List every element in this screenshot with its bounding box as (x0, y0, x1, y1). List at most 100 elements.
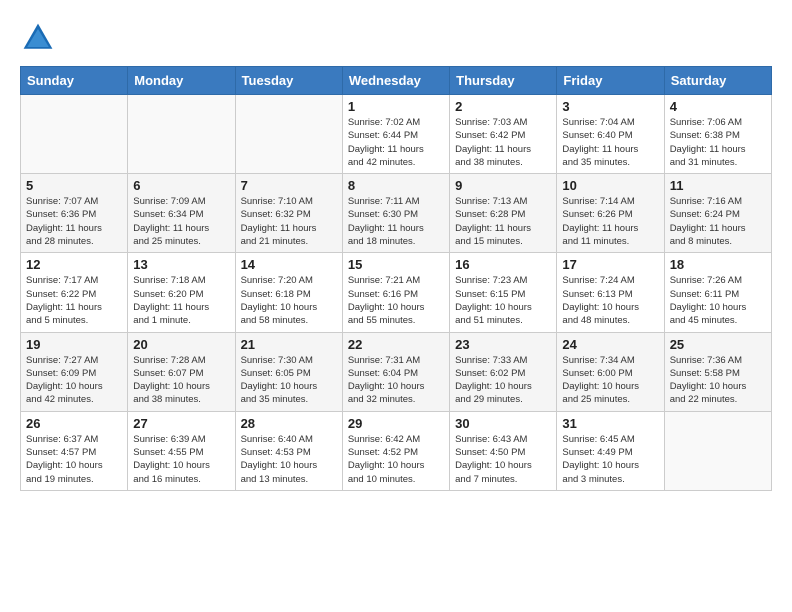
calendar-cell: 2 Sunrise: 7:03 AM Sunset: 6:42 PM Daylig… (450, 95, 557, 174)
day-number: 11 (670, 178, 766, 193)
calendar-header: SundayMondayTuesdayWednesdayThursdayFrid… (21, 67, 772, 95)
calendar-cell (235, 95, 342, 174)
day-info: Sunrise: 7:06 AM Sunset: 6:38 PM Dayligh… (670, 116, 766, 169)
day-number: 10 (562, 178, 658, 193)
day-info: Sunrise: 7:36 AM Sunset: 5:58 PM Dayligh… (670, 354, 766, 407)
day-number: 23 (455, 337, 551, 352)
calendar-table: SundayMondayTuesdayWednesdayThursdayFrid… (20, 66, 772, 491)
calendar-cell: 13 Sunrise: 7:18 AM Sunset: 6:20 PM Dayli… (128, 253, 235, 332)
day-info: Sunrise: 7:09 AM Sunset: 6:34 PM Dayligh… (133, 195, 229, 248)
calendar-cell: 21 Sunrise: 7:30 AM Sunset: 6:05 PM Dayli… (235, 332, 342, 411)
day-info: Sunrise: 7:30 AM Sunset: 6:05 PM Dayligh… (241, 354, 337, 407)
day-info: Sunrise: 6:43 AM Sunset: 4:50 PM Dayligh… (455, 433, 551, 486)
calendar-cell (21, 95, 128, 174)
weekday-header-row: SundayMondayTuesdayWednesdayThursdayFrid… (21, 67, 772, 95)
calendar-cell: 28 Sunrise: 6:40 AM Sunset: 4:53 PM Dayli… (235, 411, 342, 490)
calendar-week-row: 26 Sunrise: 6:37 AM Sunset: 4:57 PM Dayli… (21, 411, 772, 490)
day-info: Sunrise: 7:21 AM Sunset: 6:16 PM Dayligh… (348, 274, 444, 327)
weekday-header: Sunday (21, 67, 128, 95)
day-info: Sunrise: 6:37 AM Sunset: 4:57 PM Dayligh… (26, 433, 122, 486)
calendar-cell: 22 Sunrise: 7:31 AM Sunset: 6:04 PM Dayli… (342, 332, 449, 411)
day-number: 15 (348, 257, 444, 272)
calendar-cell (128, 95, 235, 174)
day-info: Sunrise: 7:11 AM Sunset: 6:30 PM Dayligh… (348, 195, 444, 248)
day-number: 25 (670, 337, 766, 352)
day-number: 9 (455, 178, 551, 193)
day-number: 16 (455, 257, 551, 272)
calendar-cell: 12 Sunrise: 7:17 AM Sunset: 6:22 PM Dayli… (21, 253, 128, 332)
weekday-header: Monday (128, 67, 235, 95)
day-info: Sunrise: 7:17 AM Sunset: 6:22 PM Dayligh… (26, 274, 122, 327)
weekday-header: Thursday (450, 67, 557, 95)
day-number: 2 (455, 99, 551, 114)
calendar-cell: 27Sunrise: 6:39 AM Sunset: 4:55 PM Dayli… (128, 411, 235, 490)
calendar-cell: 26 Sunrise: 6:37 AM Sunset: 4:57 PM Dayli… (21, 411, 128, 490)
day-info: Sunrise: 7:03 AM Sunset: 6:42 PM Dayligh… (455, 116, 551, 169)
calendar-cell: 15 Sunrise: 7:21 AM Sunset: 6:16 PM Dayli… (342, 253, 449, 332)
calendar-cell: 8 Sunrise: 7:11 AM Sunset: 6:30 PM Daylig… (342, 174, 449, 253)
day-number: 14 (241, 257, 337, 272)
calendar-cell: 18Sunrise: 7:26 AM Sunset: 6:11 PM Dayli… (664, 253, 771, 332)
calendar-cell: 23 Sunrise: 7:33 AM Sunset: 6:02 PM Dayli… (450, 332, 557, 411)
day-info: Sunrise: 6:45 AM Sunset: 4:49 PM Dayligh… (562, 433, 658, 486)
logo-icon (20, 20, 56, 56)
calendar-cell: 4 Sunrise: 7:06 AM Sunset: 6:38 PM Daylig… (664, 95, 771, 174)
calendar-cell: 31Sunrise: 6:45 AM Sunset: 4:49 PM Dayli… (557, 411, 664, 490)
day-number: 24 (562, 337, 658, 352)
day-info: Sunrise: 7:23 AM Sunset: 6:15 PM Dayligh… (455, 274, 551, 327)
day-number: 18 (670, 257, 766, 272)
calendar-week-row: 5 Sunrise: 7:07 AM Sunset: 6:36 PM Daylig… (21, 174, 772, 253)
weekday-header: Friday (557, 67, 664, 95)
day-number: 26 (26, 416, 122, 431)
calendar-cell: 25 Sunrise: 7:36 AM Sunset: 5:58 PM Dayli… (664, 332, 771, 411)
day-number: 21 (241, 337, 337, 352)
calendar-cell: 17 Sunrise: 7:24 AM Sunset: 6:13 PM Dayli… (557, 253, 664, 332)
day-info: Sunrise: 7:31 AM Sunset: 6:04 PM Dayligh… (348, 354, 444, 407)
calendar-cell: 30Sunrise: 6:43 AM Sunset: 4:50 PM Dayli… (450, 411, 557, 490)
day-info: Sunrise: 7:16 AM Sunset: 6:24 PM Dayligh… (670, 195, 766, 248)
day-number: 4 (670, 99, 766, 114)
day-info: Sunrise: 6:40 AM Sunset: 4:53 PM Dayligh… (241, 433, 337, 486)
day-info: Sunrise: 7:13 AM Sunset: 6:28 PM Dayligh… (455, 195, 551, 248)
day-number: 8 (348, 178, 444, 193)
day-number: 5 (26, 178, 122, 193)
day-number: 6 (133, 178, 229, 193)
calendar-cell: 5 Sunrise: 7:07 AM Sunset: 6:36 PM Daylig… (21, 174, 128, 253)
day-info: Sunrise: 7:27 AM Sunset: 6:09 PM Dayligh… (26, 354, 122, 407)
calendar-cell: 6 Sunrise: 7:09 AM Sunset: 6:34 PM Daylig… (128, 174, 235, 253)
calendar-cell: 16 Sunrise: 7:23 AM Sunset: 6:15 PM Dayli… (450, 253, 557, 332)
calendar-cell: 10 Sunrise: 7:14 AM Sunset: 6:26 PM Dayli… (557, 174, 664, 253)
day-info: Sunrise: 7:18 AM Sunset: 6:20 PM Dayligh… (133, 274, 229, 327)
day-number: 17 (562, 257, 658, 272)
calendar-cell: 3 Sunrise: 7:04 AM Sunset: 6:40 PM Daylig… (557, 95, 664, 174)
day-info: Sunrise: 7:02 AM Sunset: 6:44 PM Dayligh… (348, 116, 444, 169)
day-info: Sunrise: 7:24 AM Sunset: 6:13 PM Dayligh… (562, 274, 658, 327)
day-number: 13 (133, 257, 229, 272)
weekday-header: Tuesday (235, 67, 342, 95)
day-number: 28 (241, 416, 337, 431)
day-info: Sunrise: 7:20 AM Sunset: 6:18 PM Dayligh… (241, 274, 337, 327)
calendar-cell: 29Sunrise: 6:42 AM Sunset: 4:52 PM Dayli… (342, 411, 449, 490)
calendar-cell: 9 Sunrise: 7:13 AM Sunset: 6:28 PM Daylig… (450, 174, 557, 253)
calendar-cell: 24 Sunrise: 7:34 AM Sunset: 6:00 PM Dayli… (557, 332, 664, 411)
day-info: Sunrise: 7:04 AM Sunset: 6:40 PM Dayligh… (562, 116, 658, 169)
day-number: 3 (562, 99, 658, 114)
calendar-week-row: 12 Sunrise: 7:17 AM Sunset: 6:22 PM Dayli… (21, 253, 772, 332)
page-header (20, 20, 772, 56)
calendar-week-row: 19 Sunrise: 7:27 AM Sunset: 6:09 PM Dayli… (21, 332, 772, 411)
calendar-cell: 11 Sunrise: 7:16 AM Sunset: 6:24 PM Dayli… (664, 174, 771, 253)
day-number: 27 (133, 416, 229, 431)
day-number: 22 (348, 337, 444, 352)
day-info: Sunrise: 7:07 AM Sunset: 6:36 PM Dayligh… (26, 195, 122, 248)
day-info: Sunrise: 7:28 AM Sunset: 6:07 PM Dayligh… (133, 354, 229, 407)
day-info: Sunrise: 7:10 AM Sunset: 6:32 PM Dayligh… (241, 195, 337, 248)
calendar-body: 1Sunrise: 7:02 AM Sunset: 6:44 PM Daylig… (21, 95, 772, 491)
day-info: Sunrise: 7:33 AM Sunset: 6:02 PM Dayligh… (455, 354, 551, 407)
calendar-cell: 7Sunrise: 7:10 AM Sunset: 6:32 PM Daylig… (235, 174, 342, 253)
day-info: Sunrise: 7:14 AM Sunset: 6:26 PM Dayligh… (562, 195, 658, 248)
day-number: 20 (133, 337, 229, 352)
day-number: 19 (26, 337, 122, 352)
day-number: 12 (26, 257, 122, 272)
day-number: 29 (348, 416, 444, 431)
day-info: Sunrise: 7:34 AM Sunset: 6:00 PM Dayligh… (562, 354, 658, 407)
